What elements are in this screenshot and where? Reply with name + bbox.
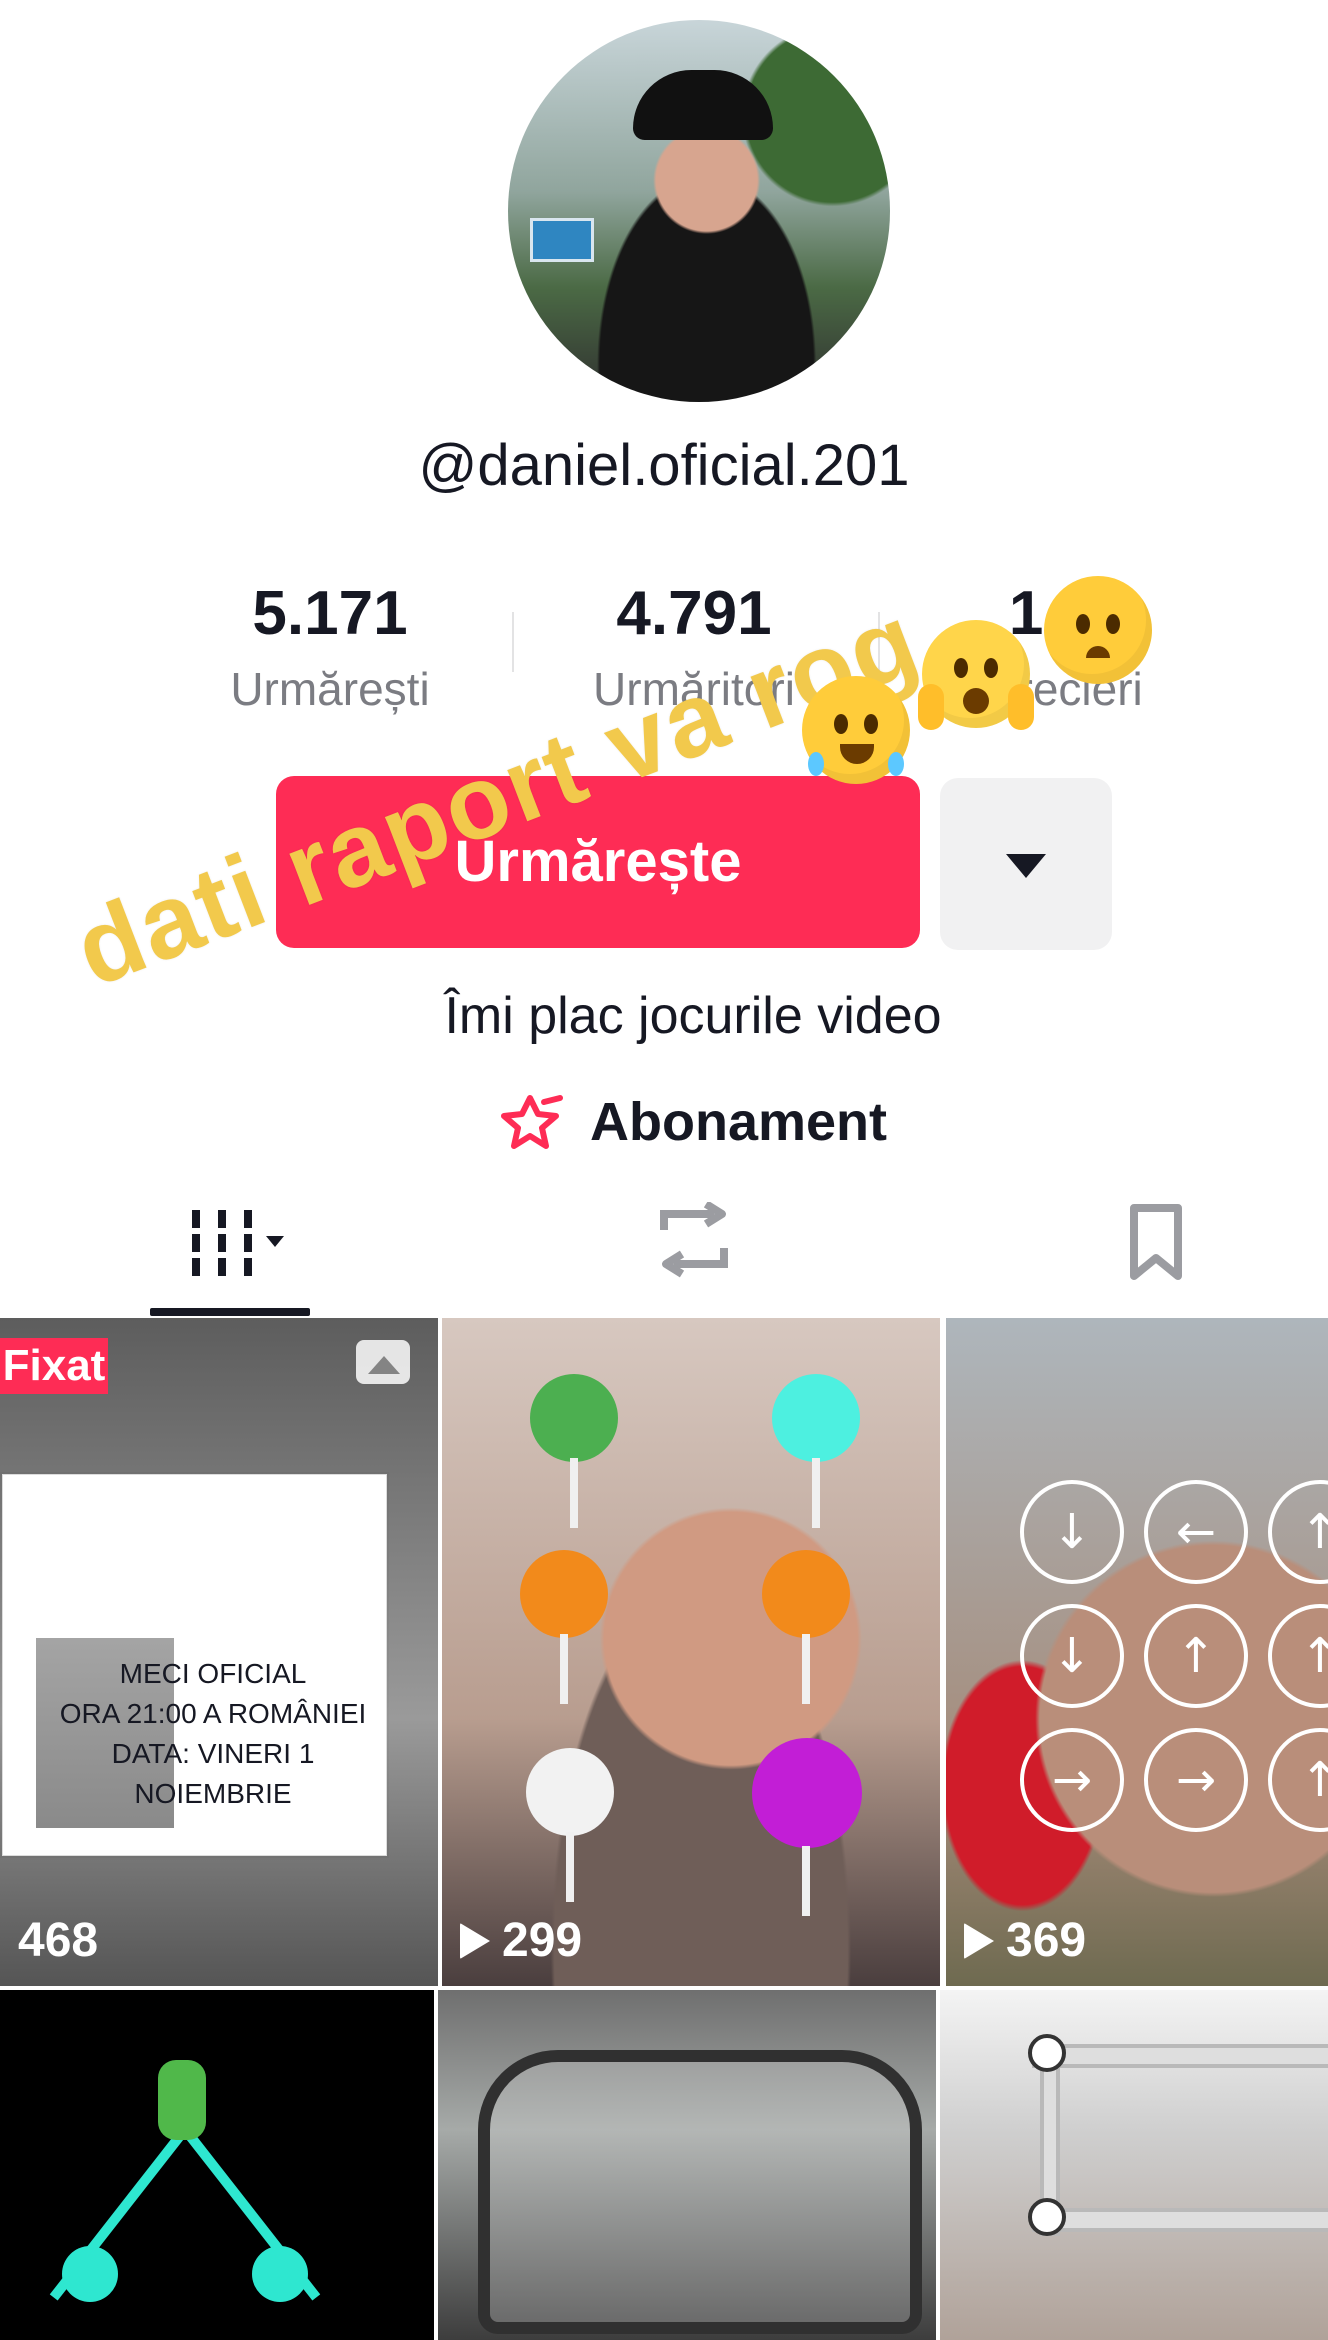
graph-node [252,2246,308,2302]
video-tile[interactable]: Fixat MECI OFICIAL ORA 21:00 A ROMÂNIEI … [0,1318,438,1986]
lollipop-stick [812,1458,820,1528]
lollipop-stick [560,1634,568,1704]
arrow-left-icon: ← [1144,1480,1248,1584]
lollipop-stick [570,1458,578,1528]
video-tile[interactable] [0,1990,434,2340]
view-count-value: 299 [502,1914,583,1967]
view-count: 369 [964,1913,1086,1968]
profile-bio: Îmi plac jocurile video [444,987,942,1045]
following-count: 5.171 [252,579,408,648]
play-icon [964,1922,994,1959]
bookmark-icon [1130,1204,1182,1280]
laughing-crying-emoji-icon [802,676,910,784]
graph-node [62,2246,118,2302]
following-label: Urmărești [230,663,430,715]
arrow-right-icon: → [1144,1728,1248,1832]
suggested-accounts-button[interactable] [940,778,1112,950]
puzzle-bar [1032,2044,1328,2068]
lollipop-icon [762,1550,850,1638]
lollipop-stick [566,1832,574,1902]
chevron-down-icon [1006,854,1046,878]
subscription-star-icon [501,1095,563,1149]
active-tab-indicator [150,1308,310,1316]
lollipop-stick [802,1634,810,1704]
tab-reposts[interactable] [634,1190,754,1294]
pinned-badge: Fixat [0,1338,108,1394]
arrow-up-icon: ↑ [1268,1480,1328,1584]
video-tile[interactable] [940,1990,1328,2340]
arrow-up-icon: ↑ [1268,1728,1328,1832]
puzzle-bar [1032,2208,1328,2232]
pleading-face-emoji-icon [1044,576,1152,684]
tab-saved[interactable] [1096,1190,1216,1294]
view-count: 299 [460,1913,582,1968]
arrow-up-icon: ↑ [1268,1604,1328,1708]
grid-icon [192,1210,284,1276]
arrow-down-icon: ↓ [1020,1604,1124,1708]
video-tile[interactable] [438,1990,936,2340]
lollipop-icon [752,1738,862,1848]
puzzle-node [1028,2034,1066,2072]
view-count-value: 369 [1006,1914,1087,1967]
lollipop-stick [802,1846,810,1916]
subscription-label: Abonament [590,1092,887,1152]
repost-icon [660,1202,728,1278]
lollipop-icon [772,1374,860,1462]
photo-icon [356,1340,410,1384]
stat-divider [512,612,514,672]
video-tile[interactable]: ↓ ← ↑ ↓ ↑ ↑ → → ↑ 369 [946,1318,1328,1986]
skull-lollipop-icon [526,1748,614,1836]
subscription-link[interactable]: Abonament [500,1090,887,1154]
vehicle-window [478,2050,922,2334]
arrow-up-icon: ↑ [1144,1604,1248,1708]
tile-caption: MECI OFICIAL ORA 21:00 A ROMÂNIEI DATA: … [59,1658,367,1809]
toilet-icon [158,2060,206,2140]
following-stat[interactable]: 5.171 Urmărești [190,580,470,716]
play-icon [460,1922,490,1959]
puzzle-node [1028,2198,1066,2236]
profile-avatar[interactable] [508,20,890,402]
avatar-cap-shape [633,70,773,140]
tab-videos[interactable] [180,1190,300,1294]
view-count: 468 [18,1913,98,1968]
arrow-right-icon: → [1020,1728,1124,1832]
arrow-down-icon: ↓ [1020,1480,1124,1584]
view-count-value: 468 [18,1914,99,1967]
screaming-face-emoji-icon [918,620,1034,730]
username: @daniel.oficial.201 [418,433,910,498]
zombie-lollipop-icon [530,1374,618,1462]
avatar-road-sign [530,218,594,262]
video-tile[interactable]: 299 [442,1318,940,1986]
pumpkin-lollipop-icon [520,1550,608,1638]
